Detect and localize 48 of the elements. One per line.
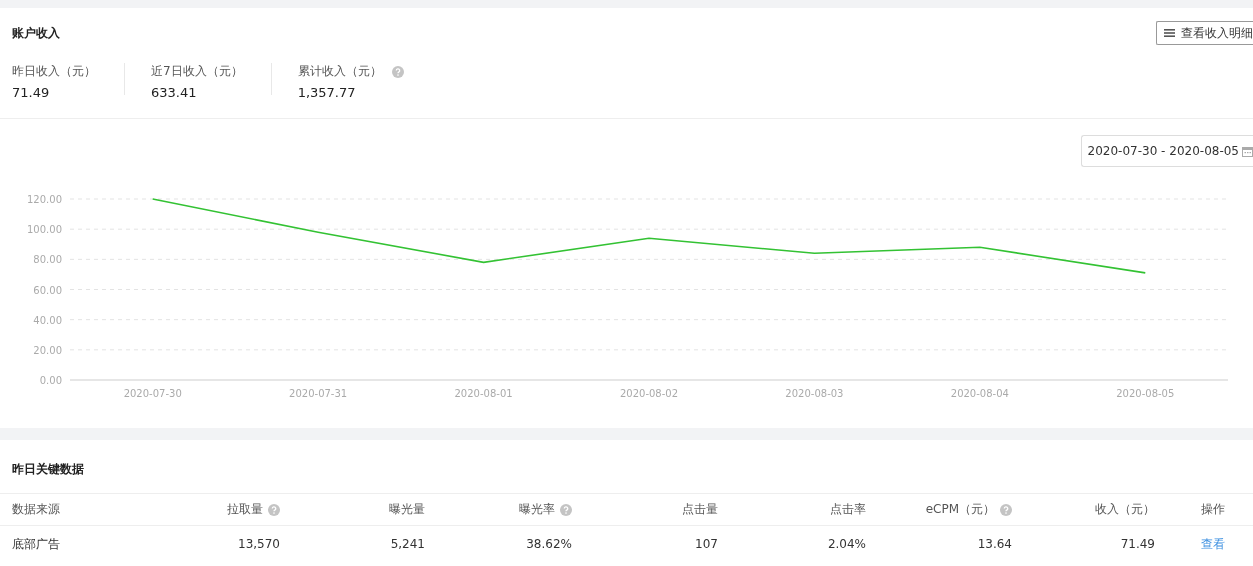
column-header: 曝光量 [389,501,425,518]
view-link[interactable]: 查看 [1201,535,1225,553]
column-header: eCPM（元） [925,501,995,518]
table-cell: 107 [695,537,718,551]
income-detail-button[interactable]: 查看收入明细 [1156,21,1253,45]
column-header: 拉取量 [227,501,263,518]
menu-icon [1164,28,1175,38]
help-icon[interactable] [391,65,404,78]
metric-label: 近7日收入（元） [151,63,243,80]
y-tick-label: 60.00 [33,284,62,296]
y-tick-label: 100.00 [27,224,62,236]
date-range-field[interactable]: 2020-07-30 - 2020-08-05 [1080,135,1253,167]
metric-label: 昨日收入（元） [12,63,96,80]
metric-value: 1,357.77 [297,85,357,100]
column-header: 操作 [1201,501,1225,518]
table-cell: 底部广告 [12,535,60,553]
help-icon[interactable] [560,503,572,516]
x-tick-label: 2020-08-02 [619,388,679,399]
y-tick-label: 40.00 [33,314,62,326]
table-cell: 71.49 [1120,537,1155,551]
table-cell: 2.04% [827,537,866,551]
y-tick-label: 20.00 [33,344,62,356]
help-icon[interactable] [1000,503,1012,516]
section-title: 账户收入 [12,24,60,42]
x-tick-label: 2020-08-05 [1116,388,1175,399]
metric-value: 633.41 [151,85,198,100]
column-header: 点击量 [682,501,718,518]
help-icon[interactable] [268,503,280,516]
table-cell: 13,570 [238,537,280,551]
y-tick-label: 80.00 [33,254,62,266]
column-header: 曝光率 [519,501,555,518]
x-tick-label: 2020-08-04 [950,388,1009,399]
table-cell: 5,241 [390,537,425,551]
y-tick-label: 0.00 [39,375,62,386]
section-title: 昨日关键数据 [12,462,84,476]
metric-value: 71.49 [12,85,51,100]
metric-label: 累计收入（元） [297,63,382,80]
table-cell: 13.64 [977,537,1012,551]
calendar-icon [1242,145,1253,157]
column-header: 数据来源 [12,501,60,518]
column-header: 点击率 [830,501,866,518]
y-tick-label: 120.00 [27,194,62,205]
table-cell: 38.62% [526,537,572,551]
column-header: 收入（元） [1095,501,1155,518]
x-tick-label: 2020-07-30 [123,388,182,399]
x-tick-label: 2020-08-03 [785,388,844,399]
x-tick-label: 2020-07-31 [289,388,348,399]
x-tick-label: 2020-08-01 [454,388,513,399]
